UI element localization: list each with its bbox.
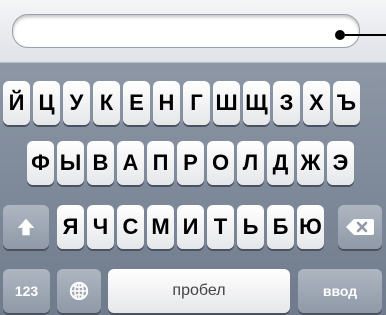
shift-key[interactable] xyxy=(3,205,49,249)
key-2-2[interactable]: Ы xyxy=(57,141,84,185)
callout-line xyxy=(345,34,386,36)
keyboard-screen: Й Ц У К Е Н Г Ш Щ З Х Ъ Ф Ы В А П Р О Л … xyxy=(0,0,386,315)
russian-keyboard: Й Ц У К Е Н Г Ш Щ З Х Ъ Ф Ы В А П Р О Л … xyxy=(0,63,386,315)
key-3-1[interactable]: Я xyxy=(57,205,84,249)
key-2-1[interactable]: Ф xyxy=(27,141,54,185)
input-bar xyxy=(0,0,386,63)
key-3-2[interactable]: Ч xyxy=(87,205,114,249)
key-3-5[interactable]: И xyxy=(177,205,204,249)
key-1-5[interactable]: Е xyxy=(123,81,150,125)
key-1-7[interactable]: Г xyxy=(183,81,210,125)
key-3-9[interactable]: Ю xyxy=(297,205,324,249)
key-2-7[interactable]: О xyxy=(207,141,234,185)
globe-icon xyxy=(69,281,89,301)
key-2-5[interactable]: П xyxy=(147,141,174,185)
backspace-x-icon xyxy=(346,219,374,235)
key-2-6[interactable]: Р xyxy=(177,141,204,185)
key-1-12[interactable]: Ъ xyxy=(333,81,360,125)
key-1-1[interactable]: Й xyxy=(3,81,30,125)
key-3-6[interactable]: Т xyxy=(207,205,234,249)
key-2-4[interactable]: А xyxy=(117,141,144,185)
key-1-10[interactable]: З xyxy=(273,81,300,125)
key-1-3[interactable]: У xyxy=(63,81,90,125)
shift-arrow-icon xyxy=(17,218,35,236)
key-2-3[interactable]: В xyxy=(87,141,114,185)
key-2-11[interactable]: Э xyxy=(327,141,354,185)
backspace-key[interactable] xyxy=(338,205,382,249)
key-1-9[interactable]: Щ xyxy=(243,81,270,125)
key-1-6[interactable]: Н xyxy=(153,81,180,125)
key-1-2[interactable]: Ц xyxy=(33,81,60,125)
space-key[interactable]: пробел xyxy=(108,269,290,313)
key-2-10[interactable]: Ж xyxy=(297,141,324,185)
enter-key[interactable]: ввод xyxy=(298,269,382,313)
key-3-7[interactable]: Ь xyxy=(237,205,264,249)
key-2-9[interactable]: Д xyxy=(267,141,294,185)
key-1-4[interactable]: К xyxy=(93,81,120,125)
numbers-key[interactable]: 123 xyxy=(3,269,50,313)
key-1-8[interactable]: Ш xyxy=(213,81,240,125)
key-2-8[interactable]: Л xyxy=(237,141,264,185)
key-1-11[interactable]: Х xyxy=(303,81,330,125)
key-3-8[interactable]: Б xyxy=(267,205,294,249)
callout-dot xyxy=(335,30,345,40)
text-input[interactable] xyxy=(12,14,360,48)
globe-key[interactable] xyxy=(57,269,101,313)
key-3-4[interactable]: М xyxy=(147,205,174,249)
key-3-3[interactable]: С xyxy=(117,205,144,249)
